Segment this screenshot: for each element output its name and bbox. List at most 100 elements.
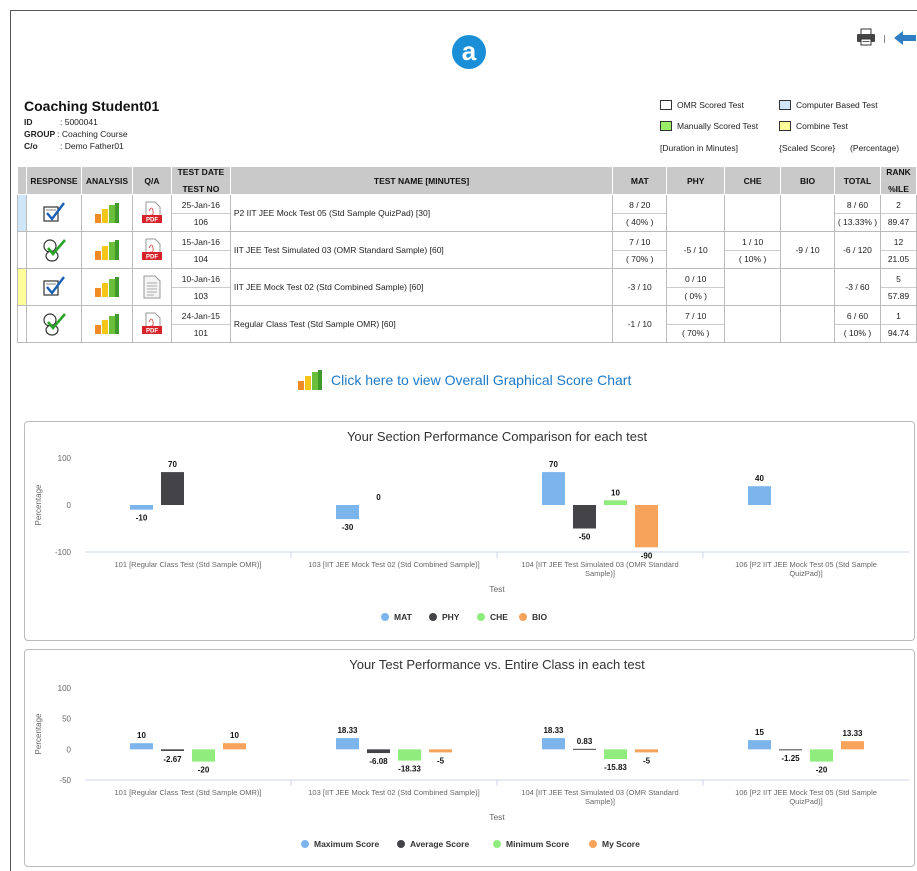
y-axis-label: Percentage (34, 713, 43, 754)
data-label: -2.67 (163, 755, 182, 764)
chart-title: Your Section Performance Comparison for … (347, 429, 648, 444)
x-tick-label: 103 [IIT JEE Mock Test 02 (Std Combined … (308, 788, 479, 797)
y-tick-label: -100 (55, 548, 72, 557)
pdf-icon[interactable]: PDF (131, 231, 172, 269)
mat-score: 8 / 20 (629, 199, 651, 210)
chart-title: Your Test Performance vs. Entire Class i… (349, 657, 645, 672)
bar[interactable] (573, 505, 596, 529)
bar[interactable] (779, 749, 802, 751)
response-icon[interactable] (25, 231, 82, 269)
data-label: 18.33 (543, 726, 564, 735)
printer-icon[interactable] (856, 28, 876, 46)
legend-manual-swatch (660, 121, 672, 131)
test-type-marker (17, 194, 27, 232)
phy-score: 0 / 10 (685, 273, 707, 284)
legend-label: PHY (442, 612, 460, 622)
bar[interactable] (161, 749, 184, 751)
table-row[interactable]: 10-Jan-16 103 IIT JEE Mock Test 02 (Std Co… (17, 268, 917, 306)
pdf-icon[interactable]: PDF (131, 305, 172, 343)
th-response: RESPONSE (25, 166, 82, 195)
bar[interactable] (573, 748, 596, 750)
response-icon[interactable] (25, 268, 82, 306)
legend-item[interactable]: CHE (477, 612, 508, 622)
data-label: -5 (643, 756, 651, 765)
table-row[interactable]: PDF 15-Jan-16 104 IIT JEE Test Simulated 03… (17, 231, 917, 269)
response-icon[interactable] (25, 194, 82, 232)
analysis-icon[interactable] (80, 194, 133, 232)
mat-percent: ( 70% ) (613, 249, 667, 264)
x-tick-label: 106 [P2 IIT JEE Mock Test 05 (Std Sample… (735, 788, 877, 806)
student-name: Coaching Student01 (24, 98, 160, 114)
pdf-icon[interactable]: PDF (131, 194, 172, 232)
back-arrow-icon[interactable] (894, 30, 916, 46)
bar[interactable] (841, 741, 864, 750)
data-label: 70 (168, 460, 177, 469)
data-label: -6.08 (369, 757, 388, 766)
test-date-cell: 15-Jan-16 104 (170, 231, 231, 269)
co-value: : Demo Father01 (60, 141, 124, 151)
mat-cell: -1 / 10 (612, 305, 668, 343)
section-chart-svg: Your Section Performance Comparison for … (34, 429, 909, 622)
bar[interactable] (748, 486, 771, 505)
bar[interactable] (635, 505, 658, 548)
total-cell: -3 / 60 (833, 268, 881, 306)
legend-item[interactable]: My Score (589, 839, 640, 849)
total-score: 6 / 60 (846, 310, 869, 321)
analysis-icon[interactable] (80, 231, 133, 269)
legend-item[interactable]: MAT (381, 612, 413, 622)
document-icon[interactable] (131, 268, 172, 306)
phy-cell (666, 194, 726, 232)
test-no: 106 (171, 212, 230, 227)
table-row[interactable]: PDF 24-Jan-15 101 Regular Class Test (Std S… (17, 305, 917, 343)
bar[interactable] (367, 749, 390, 754)
bar[interactable] (542, 472, 565, 505)
rank-value: 12 (893, 236, 904, 247)
legend-item[interactable]: Average Score (397, 839, 469, 849)
data-label: -90 (641, 551, 653, 560)
test-date-cell: 24-Jan-15 101 (170, 305, 231, 343)
legend-item[interactable]: PHY (429, 612, 460, 622)
bar[interactable] (192, 749, 215, 762)
bar[interactable] (161, 472, 184, 505)
bio-cell (780, 194, 835, 232)
bar[interactable] (429, 749, 452, 753)
legend-marker (519, 613, 527, 621)
y-tick-label: 0 (67, 501, 72, 510)
bar[interactable] (604, 749, 627, 760)
bar[interactable] (635, 749, 658, 753)
mat-score: 7 / 10 (629, 236, 651, 247)
bar[interactable] (604, 500, 627, 505)
bar[interactable] (130, 743, 153, 750)
data-label: 0.83 (577, 737, 593, 746)
rank-cell: 5 57.89 (879, 268, 917, 306)
phy-score: 7 / 10 (685, 310, 707, 321)
bar[interactable] (398, 749, 421, 761)
bar[interactable] (336, 505, 359, 520)
th-mark (17, 166, 27, 195)
legend-item[interactable]: BIO (519, 612, 548, 622)
bar[interactable] (336, 738, 359, 750)
bar[interactable] (130, 505, 153, 510)
th-bio: BIO (780, 166, 835, 195)
table-row[interactable]: PDF 25-Jan-16 106 P2 IIT JEE Mock Test 05 (… (17, 194, 917, 232)
legend-item[interactable]: Maximum Score (301, 839, 379, 849)
analysis-icon[interactable] (80, 305, 133, 343)
total-percent: ( 13.33% ) (834, 212, 880, 227)
x-axis-label: Test (489, 812, 505, 822)
class-chart: Your Test Performance vs. Entire Class i… (24, 649, 915, 867)
svg-text:PDF: PDF (146, 218, 158, 224)
bar[interactable] (810, 749, 833, 762)
legend-manual: Manually Scored Test (660, 121, 758, 131)
student-id-row: ID : 5000041 (24, 116, 159, 128)
analysis-icon[interactable] (80, 268, 133, 306)
response-icon[interactable] (25, 305, 82, 343)
legend-combine-swatch (779, 121, 791, 131)
test-name: P2 IIT JEE Mock Test 05 (Std Sample Quiz… (229, 194, 614, 232)
legend-item[interactable]: Minimum Score (493, 839, 570, 849)
bar[interactable] (748, 740, 771, 750)
legend-combine-label: Combine Test (796, 121, 848, 131)
bar[interactable] (223, 743, 246, 750)
phy-score: -5 / 10 (683, 245, 708, 255)
overall-chart-link[interactable]: Click here to view Overall Graphical Sco… (297, 369, 631, 391)
bar[interactable] (542, 738, 565, 750)
